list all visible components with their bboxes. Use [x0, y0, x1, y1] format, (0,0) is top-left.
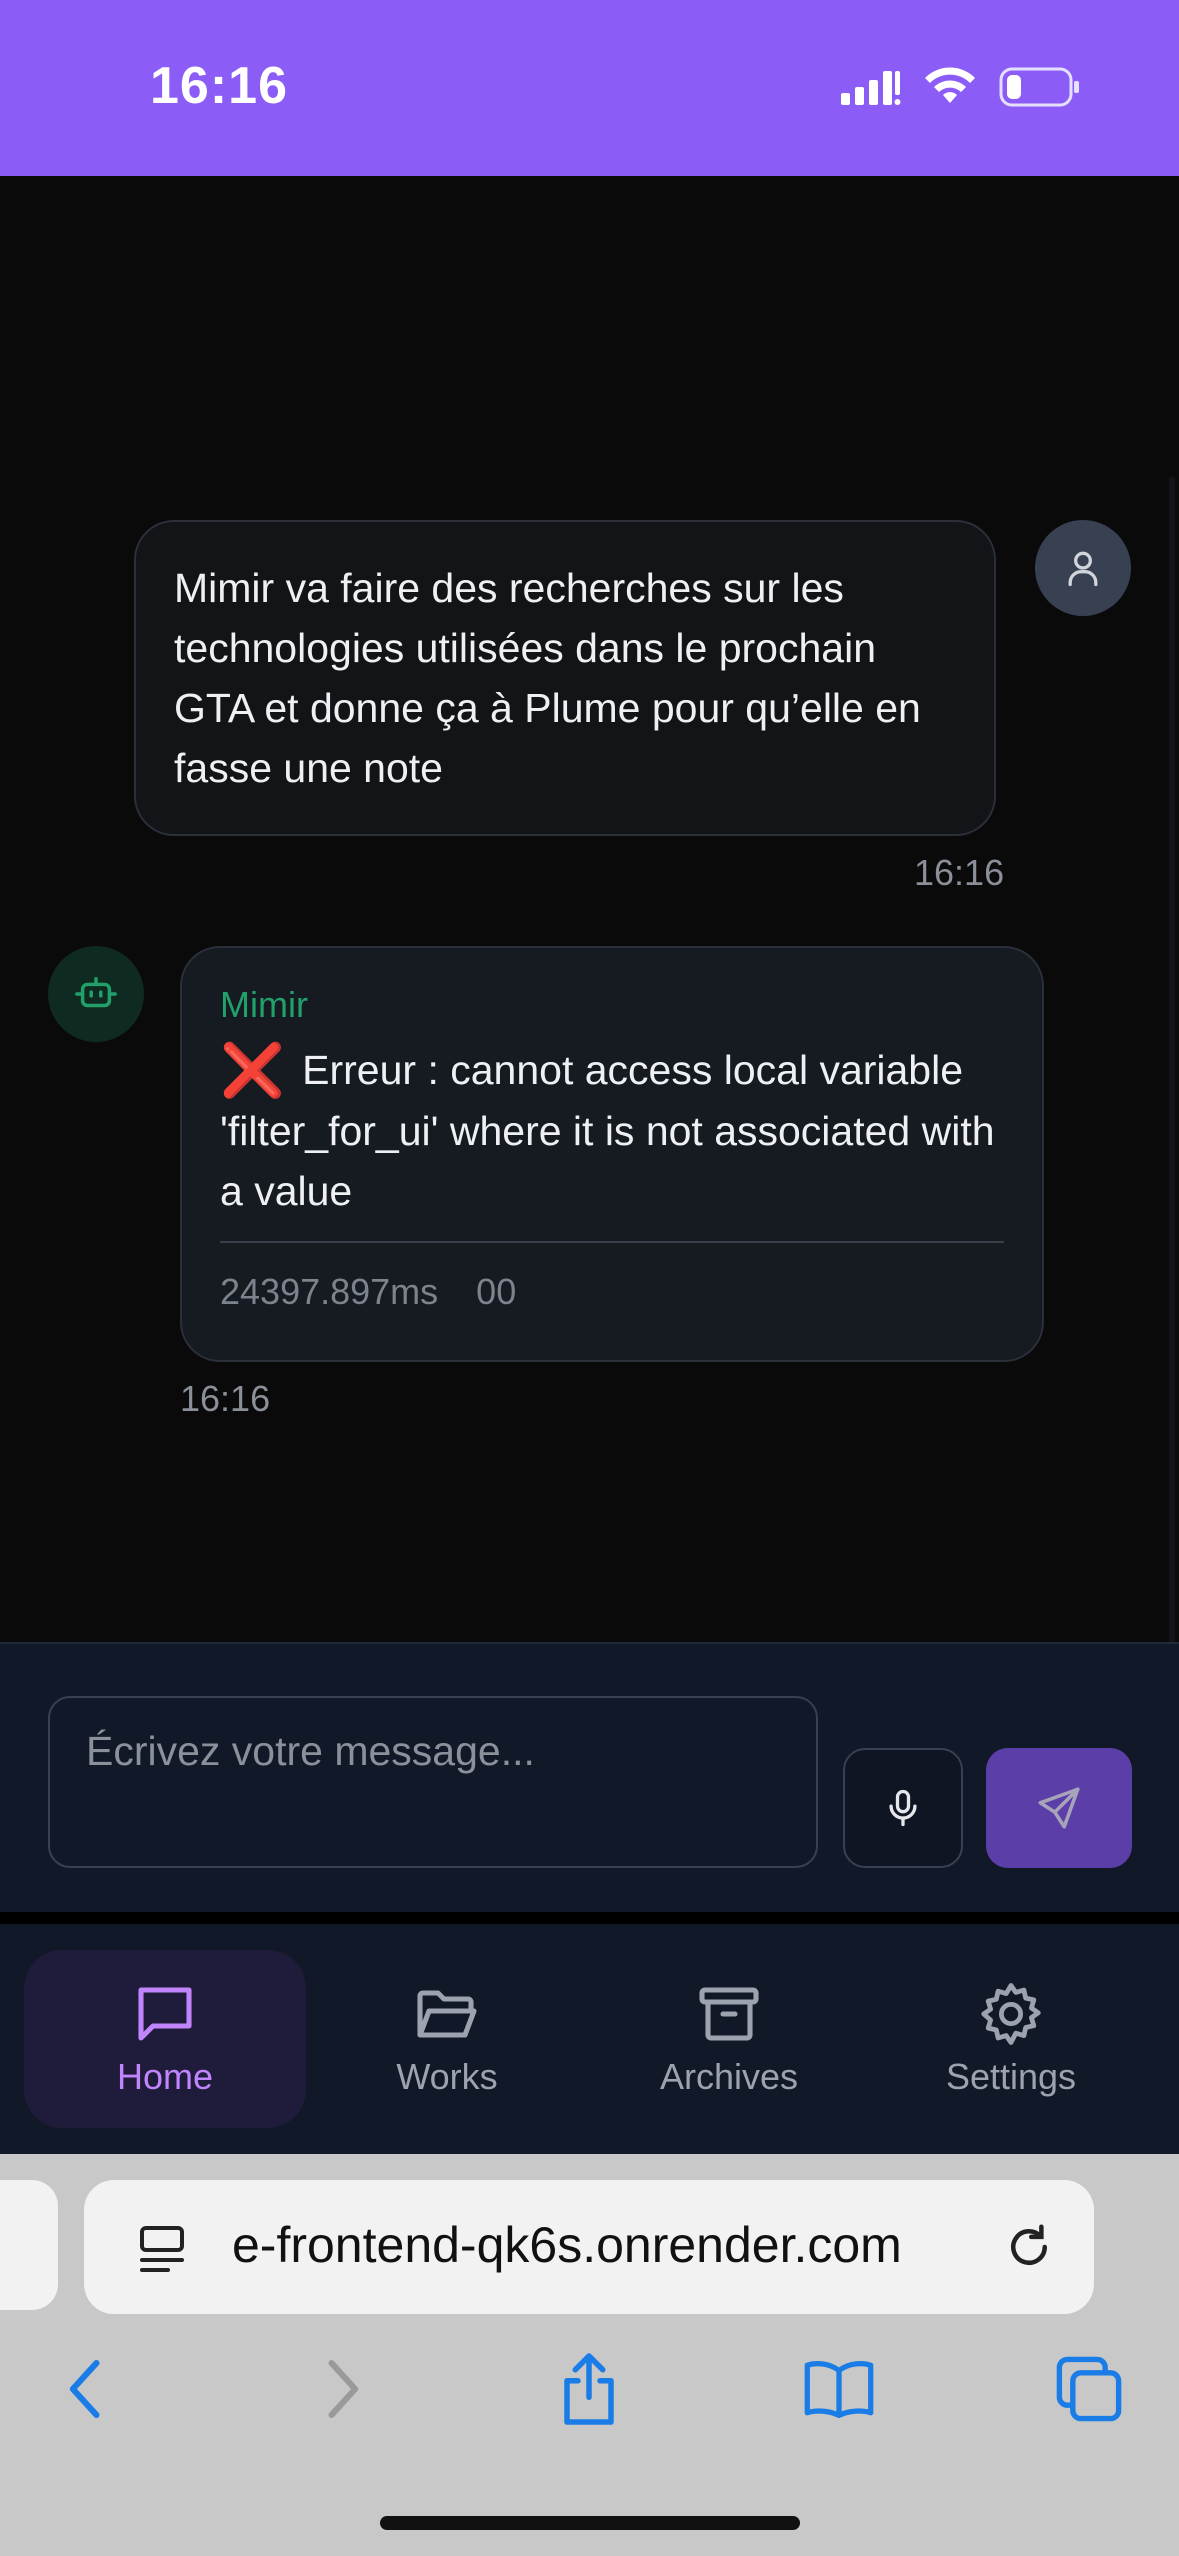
folder-open-icon	[417, 1990, 477, 2038]
bot-message-time: 16:16	[180, 1378, 271, 1419]
bot-message-divider	[220, 1241, 1004, 1243]
page-menu-icon[interactable]	[134, 2222, 194, 2276]
chat-area[interactable]	[0, 176, 1179, 1816]
user-message-bubble: Mimir va faire des recherches sur les te…	[134, 520, 996, 836]
user-avatar	[1035, 520, 1131, 616]
bot-message-bubble: Mimir ❌ Erreur : cannot access local var…	[180, 946, 1044, 1362]
gear-icon	[981, 1983, 1041, 2045]
bot-sender-name: Mimir	[220, 984, 308, 1025]
bot-icon	[75, 976, 117, 1008]
user-message-text: Mimir va faire des recherches sur les te…	[174, 565, 921, 791]
microphone-icon	[889, 1789, 917, 1827]
archive-icon	[699, 1987, 759, 2041]
send-button[interactable]	[986, 1748, 1132, 1868]
tabs-button[interactable]	[1044, 2344, 1134, 2434]
nav-item-works[interactable]: Works	[306, 1950, 588, 2128]
nav-item-home[interactable]: Home	[24, 1950, 306, 2128]
nav-item-archives[interactable]: Archives	[588, 1950, 870, 2128]
share-icon	[564, 2353, 614, 2425]
microphone-button[interactable]	[843, 1748, 963, 1868]
user-message-time: 16:16	[914, 852, 1005, 893]
bot-avatar	[48, 946, 144, 1042]
share-button[interactable]	[544, 2344, 634, 2434]
signal-icon	[841, 71, 901, 105]
nav-item-settings[interactable]: Settings	[870, 1950, 1152, 2128]
nav-label-works: Works	[396, 2056, 498, 2097]
bot-message-text: ❌ Erreur : cannot access local variable …	[220, 1040, 1004, 1221]
error-x-icon: ❌	[220, 1042, 285, 1100]
response-tokens: 00	[476, 1271, 517, 1312]
reload-icon[interactable]	[1002, 2220, 1056, 2274]
chevron-left-icon	[69, 2360, 100, 2418]
url-text[interactable]: e-frontend-qk6s.onrender.com	[232, 2216, 1032, 2274]
previous-tab-peek[interactable]	[0, 2180, 58, 2310]
tabs-icon	[1056, 2356, 1122, 2422]
safari-toolbar	[0, 2344, 1179, 2464]
composer-divider	[0, 1912, 1179, 1924]
bot-error-text: Erreur : cannot access local variable 'f…	[220, 1047, 995, 1214]
forward-button[interactable]	[296, 2344, 386, 2434]
status-time: 16:16	[150, 57, 288, 115]
message-composer	[0, 1642, 1179, 1912]
browser-chrome: e-frontend-qk6s.onrender.com	[0, 2154, 1179, 2556]
back-button[interactable]	[42, 2344, 132, 2434]
response-duration: 24397.897ms	[220, 1271, 439, 1312]
status-bar: 16:16	[0, 0, 1179, 176]
nav-label-home: Home	[116, 2056, 214, 2097]
address-bar[interactable]: e-frontend-qk6s.onrender.com	[84, 2180, 1094, 2314]
nav-label-settings: Settings	[945, 2056, 1077, 2097]
book-icon	[804, 2360, 874, 2419]
bot-message-meta: 24397.897ms 00	[220, 1271, 1004, 1313]
battery-icon	[999, 67, 1079, 107]
nav-label-archives: Archives	[659, 2056, 799, 2097]
bottom-navigation: Home Works Archives Settings	[0, 1924, 1179, 2154]
scrollbar[interactable]	[1169, 476, 1175, 1816]
user-icon	[1068, 551, 1098, 587]
status-icons	[839, 62, 1081, 112]
message-input[interactable]	[48, 1696, 818, 1868]
wifi-icon	[925, 67, 975, 103]
send-icon	[1038, 1787, 1080, 1829]
chat-bubble-icon	[138, 1987, 192, 2041]
bookmarks-button[interactable]	[794, 2344, 884, 2434]
chevron-right-icon	[328, 2360, 359, 2418]
home-indicator	[380, 2516, 800, 2530]
